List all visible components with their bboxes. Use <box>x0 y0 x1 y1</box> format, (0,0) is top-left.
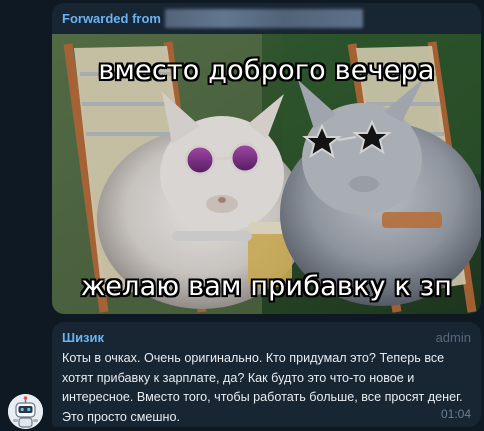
meme-bottom-caption: желаю вам прибавку к зп <box>80 271 453 302</box>
forwarded-source-blurred[interactable] <box>164 9 363 28</box>
meme-image[interactable]: вместо доброго вечера желаю вам прибавку… <box>52 34 481 314</box>
message-time: 01:04 <box>440 407 471 421</box>
forwarded-header[interactable]: Forwarded from <box>52 3 481 34</box>
meme-top-caption: вместо доброго вечера <box>98 55 435 86</box>
avatar-graphic <box>8 394 43 429</box>
forwarded-message[interactable]: Forwarded from вместо доброго вечера жел… <box>52 3 481 314</box>
forwarded-label: Forwarded from <box>62 11 161 26</box>
chat-area: Forwarded from вместо доброго вечера жел… <box>0 0 484 431</box>
message-bubble[interactable]: Шизик admin Коты в очках. Очень оригинал… <box>52 322 481 427</box>
message-author[interactable]: Шизик <box>62 330 104 345</box>
message-text: Коты в очках. Очень оригинально. Кто при… <box>62 351 463 424</box>
admin-badge: admin <box>435 330 471 345</box>
message-header: Шизик admin <box>62 330 471 348</box>
robot-avatar-icon[interactable] <box>8 394 43 429</box>
